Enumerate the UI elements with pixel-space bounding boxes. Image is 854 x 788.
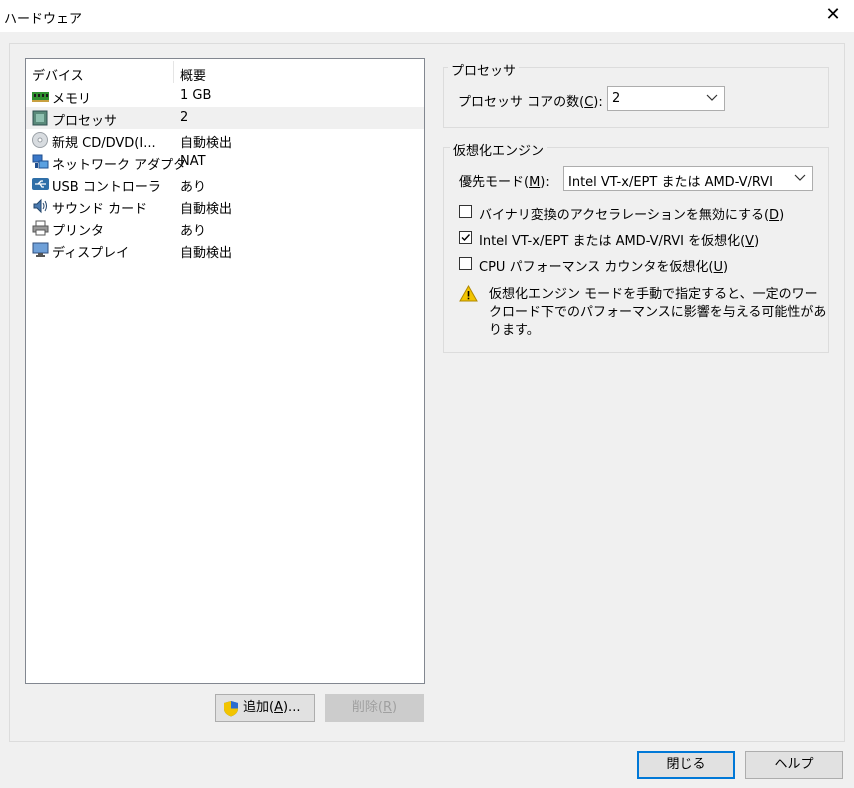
chevron-down-icon (706, 94, 718, 101)
title-bar: ハードウェア ✕ (0, 0, 854, 32)
cores-accel-key: C (584, 95, 594, 110)
device-name: サウンド カード (52, 202, 148, 217)
close-button[interactable]: 閉じる (637, 751, 735, 779)
device-column-header[interactable]: デバイス (32, 65, 84, 84)
device-row-usb-controller[interactable]: USB コントローラ あり (26, 173, 424, 195)
virtualize-cpu-counters-label[interactable]: CPU パフォーマンス カウンタを仮想化(U) (479, 256, 728, 275)
mode-label-end: ): (540, 175, 550, 190)
close-icon[interactable]: ✕ (822, 4, 844, 26)
remove-accel-key: R (382, 700, 393, 715)
device-row-display[interactable]: ディスプレイ 自動検出 (26, 239, 424, 261)
option-accel-key: D (769, 208, 780, 223)
device-row-sound-card[interactable]: サウンド カード 自動検出 (26, 195, 424, 217)
window-title: ハードウェア (4, 12, 83, 27)
option-text: バイナリ変換のアクセラレーションを無効にする( (479, 208, 770, 223)
device-summary: あり (180, 180, 207, 195)
device-summary: 自動検出 (180, 136, 233, 151)
option-text: CPU パフォーマンス カウンタを仮想化( (479, 260, 714, 275)
virtualize-cpu-counters-checkbox[interactable] (459, 257, 472, 270)
cores-label-text: プロセッサ コアの数( (458, 95, 585, 110)
preferred-mode-select[interactable]: Intel VT-x/EPT または AMD-V/RVI (563, 166, 813, 191)
summary-column-header[interactable]: 概要 (180, 65, 206, 84)
device-name: ディスプレイ (52, 246, 130, 261)
chevron-down-icon (794, 174, 806, 181)
mode-value: Intel VT-x/EPT または AMD-V/RVI (568, 175, 773, 190)
device-name: ネットワーク アダプタ (52, 158, 187, 173)
network-adapter-icon (32, 154, 49, 169)
option-text: Intel VT-x/EPT または AMD-V/RVI を仮想化( (479, 234, 746, 249)
cd-dvd-icon (32, 132, 48, 148)
mode-label-text: 優先モード( (459, 175, 530, 190)
virtualize-vtx-label[interactable]: Intel VT-x/EPT または AMD-V/RVI を仮想化(V) (479, 230, 759, 249)
device-name: USB コントローラ (52, 180, 161, 195)
warning-icon (459, 285, 478, 302)
device-summary: 自動検出 (180, 246, 233, 261)
option-accel-key: V (745, 234, 755, 249)
processor-group-label: プロセッサ (448, 60, 520, 79)
device-row-processor[interactable]: プロセッサ 2 (26, 107, 424, 129)
device-row-network-adapter[interactable]: ネットワーク アダプタ NAT (26, 151, 424, 173)
device-row-memory[interactable]: メモリ 1 GB (26, 85, 424, 107)
device-row-cd-dvd[interactable]: 新規 CD/DVD(I... 自動検出 (26, 129, 424, 151)
device-summary: あり (180, 224, 207, 239)
device-name: プロセッサ (52, 114, 118, 129)
virtualize-vtx-checkbox[interactable] (459, 231, 472, 244)
option-accel-key: U (713, 260, 724, 275)
cores-value: 2 (612, 91, 621, 106)
warning-text: 仮想化エンジン モードを手動で指定すると、一定のワー クロード下でのパフォーマン… (489, 286, 826, 340)
device-name: プリンタ (52, 224, 105, 239)
add-accel-key: A (274, 700, 283, 715)
warning-line: ります。 (489, 323, 540, 338)
display-icon (32, 242, 49, 257)
printer-icon (32, 220, 49, 236)
device-summary: 1 GB (180, 88, 212, 103)
usb-controller-icon (32, 178, 49, 190)
processor-icon (32, 110, 48, 126)
disable-binary-translation-checkbox[interactable] (459, 205, 472, 218)
shield-icon (224, 701, 238, 717)
device-list[interactable]: デバイス 概要 メモリ 1 GB プロセッサ 2 新規 CD/DVD(I... … (25, 58, 425, 684)
cores-label-end: ): (593, 95, 603, 110)
remove-button[interactable]: 削除(R) (325, 694, 424, 722)
option-text-end: ) (779, 208, 785, 223)
mode-accel-key: M (529, 175, 541, 190)
help-button[interactable]: ヘルプ (745, 751, 843, 779)
checkmark-icon (461, 234, 471, 242)
device-summary: 2 (180, 110, 189, 125)
remove-label-end: ) (392, 700, 398, 715)
add-label: 追加( (243, 700, 275, 715)
add-button[interactable]: 追加(A)... (215, 694, 315, 722)
device-row-printer[interactable]: プリンタ あり (26, 217, 424, 239)
remove-label: 削除( (351, 700, 383, 715)
column-divider (173, 61, 174, 83)
processor-cores-select[interactable]: 2 (607, 86, 725, 111)
device-summary: NAT (180, 154, 206, 169)
memory-icon (32, 92, 49, 102)
device-name: メモリ (52, 92, 92, 107)
device-summary: 自動検出 (180, 202, 233, 217)
warning-line: 仮想化エンジン モードを手動で指定すると、一定のワー (489, 287, 818, 302)
virtualization-group-label: 仮想化エンジン (450, 140, 548, 159)
processor-cores-label: プロセッサ コアの数(C): (458, 91, 603, 110)
option-text-end: ) (754, 234, 760, 249)
warning-line: クロード下でのパフォーマンスに影響を与える可能性があ (489, 305, 827, 320)
device-name: 新規 CD/DVD(I... (52, 136, 156, 151)
preferred-mode-label: 優先モード(M): (459, 171, 550, 190)
option-text-end: ) (723, 260, 729, 275)
add-label-end: )... (282, 700, 301, 715)
disable-binary-translation-label[interactable]: バイナリ変換のアクセラレーションを無効にする(D) (479, 204, 784, 223)
sound-card-icon (33, 198, 47, 214)
